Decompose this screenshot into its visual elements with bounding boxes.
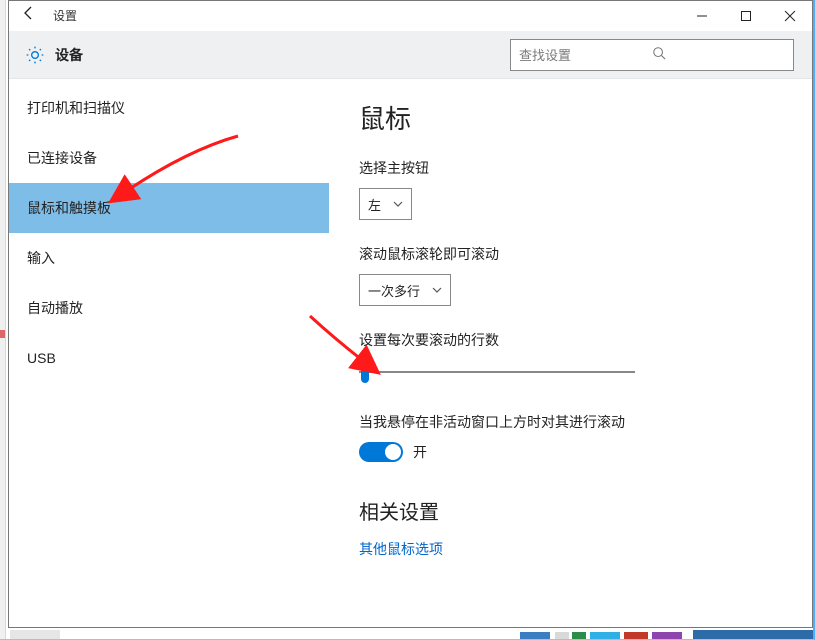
scroll-mode-dropdown[interactable]: 一次多行 <box>359 274 451 306</box>
chevron-down-icon <box>393 197 403 212</box>
sidebar-item-autoplay[interactable]: 自动播放 <box>9 283 329 333</box>
other-mouse-options-link[interactable]: 其他鼠标选项 <box>359 539 782 559</box>
search-input[interactable]: 查找设置 <box>510 39 794 71</box>
inactive-scroll-toggle[interactable] <box>359 442 403 462</box>
settings-window: 设置 设备 查找设置 打印机和扫描仪 已连接设备 鼠标和触摸板 输入 <box>8 0 813 628</box>
sidebar-item-connected[interactable]: 已连接设备 <box>9 133 329 183</box>
primary-button-label: 选择主按钮 <box>359 158 782 178</box>
titlebar: 设置 <box>9 1 812 31</box>
chevron-down-icon <box>432 283 442 298</box>
sidebar-item-typing[interactable]: 输入 <box>9 233 329 283</box>
minimize-button[interactable] <box>680 1 724 31</box>
slider-thumb[interactable] <box>361 363 369 383</box>
header-bar: 设备 查找设置 <box>9 31 812 79</box>
primary-button-dropdown[interactable]: 左 <box>359 188 412 220</box>
primary-button-value: 左 <box>368 195 381 214</box>
header-title: 设备 <box>55 45 83 65</box>
toggle-knob <box>385 444 401 460</box>
lines-slider[interactable] <box>359 360 635 384</box>
content-pane: 鼠标 选择主按钮 左 滚动鼠标滚轮即可滚动 一次多行 设置每次要滚动的行数 <box>329 79 812 627</box>
sidebar-item-usb[interactable]: USB <box>9 333 329 383</box>
inactive-scroll-label: 当我悬停在非活动窗口上方时对其进行滚动 <box>359 412 782 432</box>
scroll-mode-label: 滚动鼠标滚轮即可滚动 <box>359 244 782 264</box>
search-icon <box>652 46 785 63</box>
taskbar-fragment <box>0 628 815 640</box>
sidebar-item-printers[interactable]: 打印机和扫描仪 <box>9 83 329 133</box>
window-title: 设置 <box>53 7 77 24</box>
slider-track <box>359 371 635 373</box>
maximize-button[interactable] <box>724 1 768 31</box>
left-desktop-edge <box>0 0 6 640</box>
scroll-mode-value: 一次多行 <box>368 281 420 300</box>
related-settings-title: 相关设置 <box>359 496 782 525</box>
back-button[interactable] <box>9 5 49 26</box>
gear-icon <box>25 45 45 65</box>
lines-label: 设置每次要滚动的行数 <box>359 330 782 350</box>
page-title: 鼠标 <box>359 99 782 136</box>
close-button[interactable] <box>768 1 812 31</box>
search-placeholder: 查找设置 <box>519 45 652 64</box>
toggle-state-label: 开 <box>413 442 427 462</box>
sidebar: 打印机和扫描仪 已连接设备 鼠标和触摸板 输入 自动播放 USB <box>9 79 329 627</box>
sidebar-item-mouse[interactable]: 鼠标和触摸板 <box>9 183 329 233</box>
